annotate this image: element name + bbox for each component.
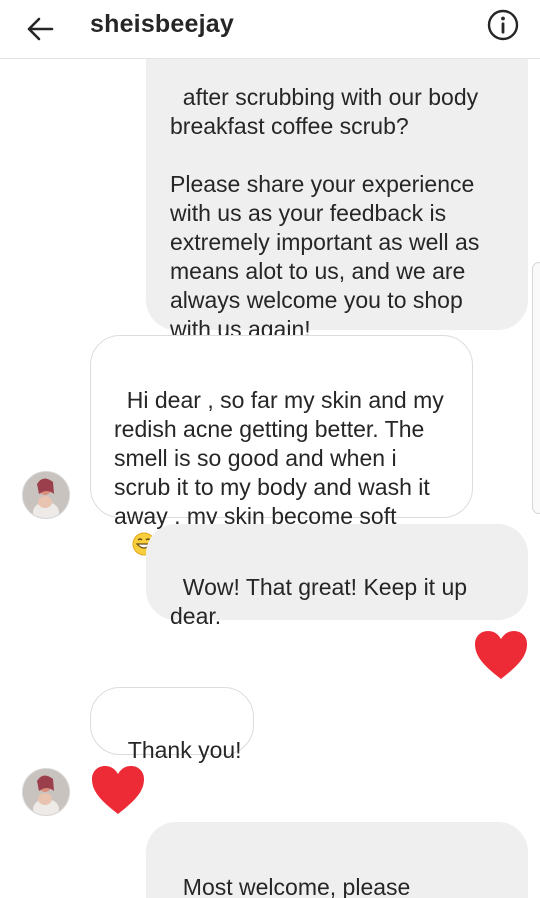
chat-username[interactable]: sheisbeejay bbox=[90, 10, 234, 39]
arrow-left-icon bbox=[27, 17, 54, 41]
message-bubble-received[interactable]: Thank you! bbox=[90, 687, 254, 763]
avatar[interactable] bbox=[22, 768, 70, 816]
message-text: Most welcome, please recommend to your c… bbox=[182, 874, 411, 898]
heart-icon[interactable] bbox=[90, 764, 146, 816]
message-text: Wow! That great! Keep it up dear. bbox=[170, 574, 468, 629]
message-bubble-received[interactable]: Hi dear , so far my skin and my redish a… bbox=[90, 335, 473, 556]
message-bubble-sent[interactable]: after scrubbing with our body breakfast … bbox=[146, 26, 528, 342]
profile-photo bbox=[23, 769, 69, 815]
message-bubble-sent[interactable]: Wow! That great! Keep it up dear. bbox=[146, 524, 528, 629]
message-text: after scrubbing with our body breakfast … bbox=[170, 84, 480, 342]
heart-icon[interactable] bbox=[473, 629, 529, 681]
avatar[interactable] bbox=[22, 471, 70, 519]
chat-header: sheisbeejay bbox=[0, 0, 540, 59]
scrollbar[interactable] bbox=[532, 262, 540, 514]
info-circle-icon bbox=[487, 9, 519, 41]
profile-photo bbox=[23, 472, 69, 518]
message-text: Thank you! bbox=[127, 737, 242, 763]
message-text: Hi dear , so far my skin and my redish a… bbox=[114, 387, 444, 529]
info-button[interactable] bbox=[484, 6, 522, 44]
message-bubble-sent[interactable]: Most welcome, please recommend to your c… bbox=[146, 822, 528, 898]
back-button[interactable] bbox=[20, 9, 60, 49]
